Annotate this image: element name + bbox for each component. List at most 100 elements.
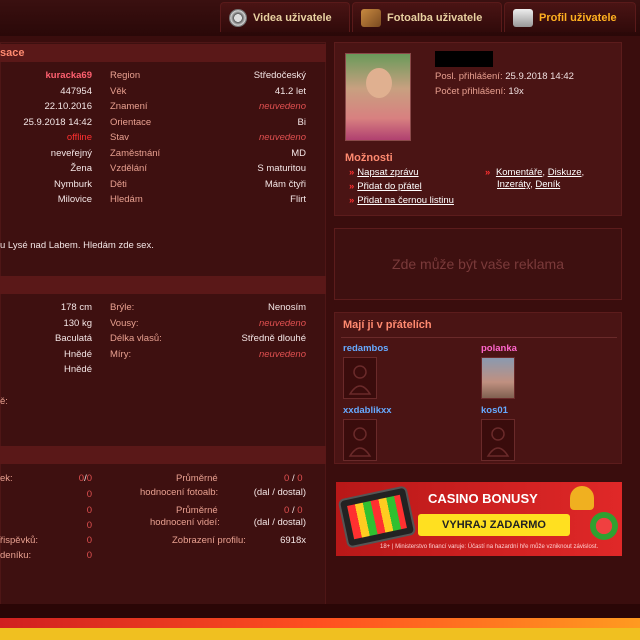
info-value: S maturitou [257,163,306,174]
link-comments[interactable]: Komentáře [496,167,542,178]
photo-rating-note: (dal / dostal) [253,487,306,498]
top-navigation: Videa uživatele Fotoalba uživatele Profi… [0,0,640,36]
login-count-value: 19x [508,86,524,97]
stats-label: deníku: [0,550,32,561]
profile-photo-face [366,68,392,98]
avatar-placeholder-icon [486,427,510,457]
avatar-placeholder-icon [348,365,372,395]
profile-card: Posl. přihlášení: 25.9.2018 14:42 Počet … [334,42,622,216]
profile-photo[interactable] [345,53,411,141]
video-rating-note: (dal / dostal) [253,517,306,528]
casino-banner[interactable]: CASINO BONUSY VYHRAJ ZADARMO 18+ | Minis… [336,482,622,556]
appearance-value: Středně dlouhé [241,333,306,344]
info-label: Znamení [110,101,148,112]
bullet-icon: » [485,167,491,178]
footer-stripe [0,618,640,628]
divider [341,337,617,338]
appearance-value: 178 cm [60,302,92,313]
stats-number: 0 [86,550,92,561]
tab-user-albums[interactable]: Fotoalba uživatele [352,2,502,32]
info-value[interactable]: kuracka69 [0,70,92,81]
link-ads[interactable]: Inzeráty [497,179,530,190]
stats-value: 0 [60,505,92,516]
photo-rating-label-2: hodnocení fotoalb: [140,487,219,498]
friend-name[interactable]: redambos [343,343,388,354]
info-value: 447954 [60,85,92,97]
friend-name[interactable]: xxdablikxx [343,405,392,416]
info-value: neuvedeno [258,132,306,143]
friend-avatar[interactable] [481,419,515,461]
link-discussions[interactable]: Diskuze [548,167,582,178]
bullet-icon: » [349,167,355,178]
login-count: Počet přihlášení: 19x [435,86,524,97]
appearance-value: 130 kg [63,317,92,329]
slash: / [291,473,295,484]
appearance-label: Míry: [110,348,132,360]
friend-avatar[interactable] [481,357,515,399]
banner-disclaimer: 18+ | Ministerstvo financí varuje: Účast… [380,544,599,550]
info-value: neuvedeno [258,101,306,112]
info-label: Region [110,70,141,81]
option-link[interactable]: Přidat na černou listinu [357,195,454,206]
option-item: » Přidat na černou listinu [349,195,454,206]
stats-section-header [0,446,326,464]
watermelon-icon [590,512,618,540]
last-login-value: 25.9.2018 14:42 [505,71,574,82]
photo-rating-label: Průměrné [176,473,218,484]
photo-rating-received: 0 [297,473,303,484]
info-value: Středočeský [253,70,306,81]
option-link[interactable]: Přidat do přátel [357,181,421,192]
info-section-header: sace [0,44,326,62]
info-value: Milovice [57,194,92,205]
info-label: Děti [110,178,127,190]
friend-avatar[interactable] [343,357,377,399]
stats-value: 0 [60,535,92,546]
friend-name[interactable]: polanka [481,343,517,354]
banner-title: CASINO BONUSY [428,491,538,506]
username-redacted [435,51,493,67]
stats-value: 0/0 [60,473,92,484]
stats-number: 0 [86,520,92,531]
bullet-icon: » [349,181,355,192]
option-item: » Napsat zprávu [349,167,419,178]
option-link[interactable]: Napsat zprávu [357,167,418,178]
footer-decoration [0,604,640,640]
link-diary[interactable]: Deník [535,179,560,190]
tab-user-profile[interactable]: Profil uživatele [504,2,636,32]
last-login-label: Posl. přihlášení: [435,71,503,82]
profile-description: u Lysé nad Labem. Hledám zde sex. [0,240,154,251]
option-item: » Přidat do přátel [349,181,422,192]
video-rating-values: 0 / 0 [284,505,303,516]
appearance-value: Hnědé [64,348,92,360]
stats-label: řispěvků: [0,535,39,546]
stats-number: 0 [86,489,92,500]
tab-user-videos[interactable]: Videa uživatele [220,2,350,32]
phone-graphic [337,485,417,549]
stats-label: ek: [0,473,13,484]
profile-views-label: Zobrazení profilu: [172,535,246,546]
info-value: 25.9.2018 14:42 [23,116,92,128]
stats-number: 0 [86,505,92,516]
section-title: sace [0,47,25,59]
stats-number: 0 [86,535,92,546]
avatar-placeholder-icon [348,427,372,457]
appearance-value: Hnědé [64,364,92,375]
info-label: Orientace [110,116,152,128]
film-reel-icon [229,8,247,27]
bullet-icon: » [349,195,355,206]
appearance-label: Vousy: [110,317,139,329]
video-rating-received: 0 [297,505,303,516]
appearance-trailing-label: ě: [0,396,8,407]
friend-name[interactable]: kos01 [481,405,508,416]
appearance-label: Brýle: [110,302,135,313]
photo-rating-given: 0 [284,473,290,484]
info-value: Flirt [290,194,306,205]
stats-value: 0 [60,520,92,531]
slot-reels [347,494,407,540]
footer-stripe-yellow [0,628,640,640]
friend-avatar[interactable] [343,419,377,461]
info-value: Žena [70,163,92,174]
appearance-label: Délka vlasů: [110,333,162,344]
banner-cta-button[interactable]: VYHRAJ ZADARMO [418,514,570,536]
info-value: Nymburk [53,178,92,190]
